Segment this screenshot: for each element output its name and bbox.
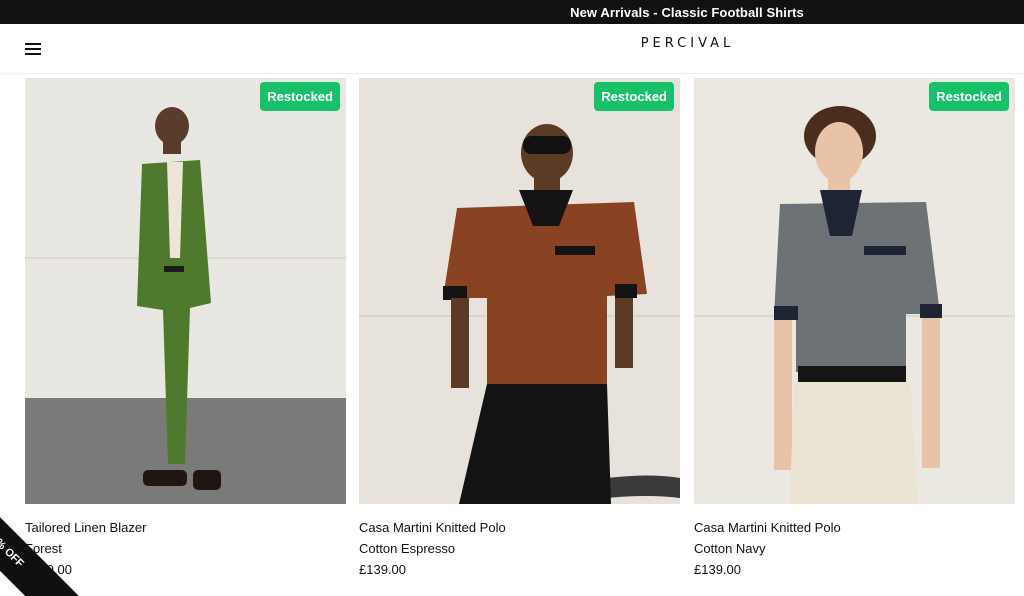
restocked-badge: Restocked	[594, 82, 674, 111]
hamburger-icon[interactable]	[25, 43, 41, 55]
product-price: £139.00	[694, 562, 741, 577]
site-header: PERCIVAL	[0, 24, 1024, 84]
product-card[interactable]: Restocked Tailored Linen Blazer Forest £…	[25, 78, 346, 577]
product-colour: Cotton Navy	[694, 541, 766, 556]
product-image[interactable]: Restocked	[694, 78, 1015, 504]
site-logo[interactable]: PERCIVAL	[600, 36, 775, 51]
restocked-badge: Restocked	[260, 82, 340, 111]
product-image[interactable]: Restocked	[25, 78, 346, 504]
product-title[interactable]: Tailored Linen Blazer	[25, 520, 146, 535]
restocked-badge: Restocked	[929, 82, 1009, 111]
product-card[interactable]: Restocked Casa Martini Knitted Polo Cott…	[694, 78, 1015, 577]
product-image[interactable]: Restocked	[359, 78, 680, 504]
product-colour: Cotton Espresso	[359, 541, 456, 556]
product-title[interactable]: Casa Martini Knitted Polo	[694, 520, 841, 535]
product-card[interactable]: Restocked Casa Martini Knitted Polo Cott…	[359, 78, 680, 577]
product-price: £139.00	[359, 562, 406, 577]
product-title[interactable]: Casa Martini Knitted Polo	[359, 520, 506, 535]
announcement-bar[interactable]: New Arrivals - Classic Football Shirts	[0, 0, 1024, 24]
announcement-text[interactable]: New Arrivals - Classic Football Shirts	[570, 5, 804, 20]
